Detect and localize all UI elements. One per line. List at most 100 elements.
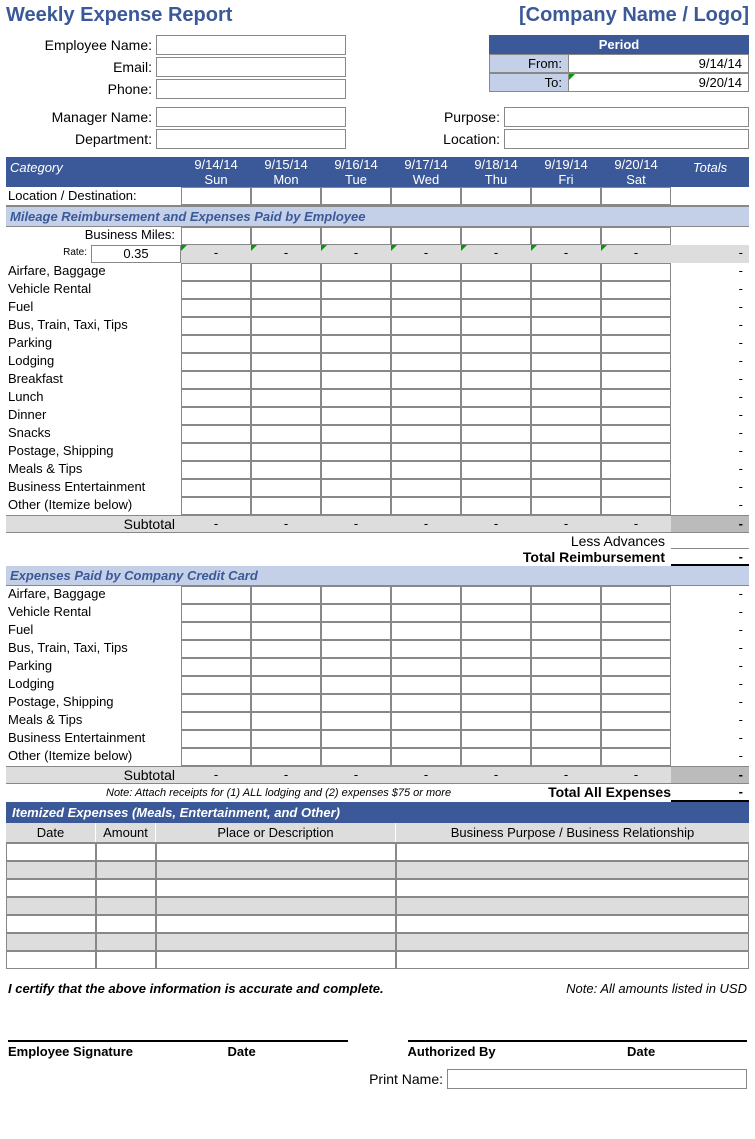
- expense-cell[interactable]: [391, 622, 461, 640]
- loc-cell[interactable]: [601, 187, 671, 205]
- expense-cell[interactable]: [181, 353, 251, 371]
- expense-cell[interactable]: [181, 461, 251, 479]
- print-name-input[interactable]: [447, 1069, 747, 1089]
- itemized-date-cell[interactable]: [6, 843, 96, 861]
- expense-cell[interactable]: [461, 371, 531, 389]
- phone-input[interactable]: [156, 79, 346, 99]
- expense-cell[interactable]: [531, 299, 601, 317]
- loc-cell[interactable]: [181, 187, 251, 205]
- expense-cell[interactable]: [601, 353, 671, 371]
- expense-cell[interactable]: [391, 604, 461, 622]
- miles-cell[interactable]: [461, 227, 531, 245]
- expense-cell[interactable]: [391, 425, 461, 443]
- expense-cell[interactable]: [601, 694, 671, 712]
- employee-name-input[interactable]: [156, 35, 346, 55]
- expense-cell[interactable]: [391, 443, 461, 461]
- expense-cell[interactable]: [391, 353, 461, 371]
- expense-cell[interactable]: [321, 461, 391, 479]
- expense-cell[interactable]: [251, 676, 321, 694]
- itemized-place-cell[interactable]: [156, 951, 396, 969]
- itemized-place-cell[interactable]: [156, 879, 396, 897]
- expense-cell[interactable]: [601, 299, 671, 317]
- expense-cell[interactable]: [181, 748, 251, 766]
- miles-cell[interactable]: [531, 227, 601, 245]
- expense-cell[interactable]: [601, 371, 671, 389]
- expense-cell[interactable]: [601, 730, 671, 748]
- expense-cell[interactable]: [181, 407, 251, 425]
- expense-cell[interactable]: [181, 676, 251, 694]
- expense-cell[interactable]: [391, 640, 461, 658]
- itemized-amount-cell[interactable]: [96, 951, 156, 969]
- manager-input[interactable]: [156, 107, 346, 127]
- expense-cell[interactable]: [391, 694, 461, 712]
- expense-cell[interactable]: [181, 586, 251, 604]
- expense-cell[interactable]: [461, 694, 531, 712]
- itemized-place-cell[interactable]: [156, 897, 396, 915]
- miles-cell[interactable]: [601, 227, 671, 245]
- expense-cell[interactable]: [531, 389, 601, 407]
- expense-cell[interactable]: [251, 335, 321, 353]
- itemized-purpose-cell[interactable]: [396, 915, 749, 933]
- expense-cell[interactable]: [391, 281, 461, 299]
- itemized-amount-cell[interactable]: [96, 861, 156, 879]
- expense-cell[interactable]: [531, 712, 601, 730]
- expense-cell[interactable]: [181, 263, 251, 281]
- expense-cell[interactable]: [321, 443, 391, 461]
- itemized-purpose-cell[interactable]: [396, 933, 749, 951]
- expense-cell[interactable]: [321, 281, 391, 299]
- expense-cell[interactable]: [391, 335, 461, 353]
- itemized-place-cell[interactable]: [156, 915, 396, 933]
- expense-cell[interactable]: [321, 263, 391, 281]
- miles-cell[interactable]: [181, 227, 251, 245]
- expense-cell[interactable]: [531, 676, 601, 694]
- loc-cell[interactable]: [251, 187, 321, 205]
- itemized-amount-cell[interactable]: [96, 843, 156, 861]
- expense-cell[interactable]: [181, 317, 251, 335]
- expense-cell[interactable]: [531, 694, 601, 712]
- expense-cell[interactable]: [391, 712, 461, 730]
- loc-cell[interactable]: [531, 187, 601, 205]
- less-advances-value[interactable]: [671, 533, 749, 549]
- expense-cell[interactable]: [601, 263, 671, 281]
- expense-cell[interactable]: [251, 479, 321, 497]
- loc-cell[interactable]: [461, 187, 531, 205]
- itemized-purpose-cell[interactable]: [396, 861, 749, 879]
- expense-cell[interactable]: [601, 604, 671, 622]
- expense-cell[interactable]: [531, 497, 601, 515]
- expense-cell[interactable]: [601, 497, 671, 515]
- expense-cell[interactable]: [251, 730, 321, 748]
- expense-cell[interactable]: [601, 335, 671, 353]
- miles-cell[interactable]: [251, 227, 321, 245]
- expense-cell[interactable]: [601, 389, 671, 407]
- expense-cell[interactable]: [391, 748, 461, 766]
- expense-cell[interactable]: [321, 640, 391, 658]
- itemized-amount-cell[interactable]: [96, 879, 156, 897]
- expense-cell[interactable]: [181, 497, 251, 515]
- expense-cell[interactable]: [531, 353, 601, 371]
- expense-cell[interactable]: [321, 694, 391, 712]
- expense-cell[interactable]: [461, 604, 531, 622]
- expense-cell[interactable]: [531, 281, 601, 299]
- expense-cell[interactable]: [181, 658, 251, 676]
- expense-cell[interactable]: [181, 335, 251, 353]
- location-input[interactable]: [504, 129, 749, 149]
- expense-cell[interactable]: [391, 299, 461, 317]
- expense-cell[interactable]: [321, 371, 391, 389]
- period-to-value[interactable]: 9/20/14: [569, 73, 749, 92]
- expense-cell[interactable]: [461, 586, 531, 604]
- expense-cell[interactable]: [391, 658, 461, 676]
- expense-cell[interactable]: [531, 640, 601, 658]
- expense-cell[interactable]: [531, 604, 601, 622]
- expense-cell[interactable]: [461, 730, 531, 748]
- expense-cell[interactable]: [531, 479, 601, 497]
- expense-cell[interactable]: [601, 748, 671, 766]
- expense-cell[interactable]: [461, 443, 531, 461]
- expense-cell[interactable]: [251, 622, 321, 640]
- expense-cell[interactable]: [321, 299, 391, 317]
- expense-cell[interactable]: [321, 407, 391, 425]
- expense-cell[interactable]: [251, 425, 321, 443]
- itemized-amount-cell[interactable]: [96, 933, 156, 951]
- expense-cell[interactable]: [321, 676, 391, 694]
- expense-cell[interactable]: [601, 712, 671, 730]
- expense-cell[interactable]: [321, 730, 391, 748]
